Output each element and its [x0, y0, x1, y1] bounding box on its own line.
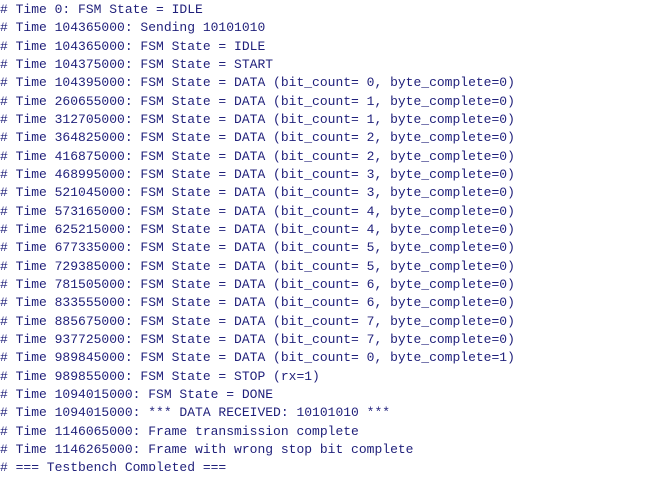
log-line: # Time 677335000: FSM State = DATA (bit_… — [0, 240, 515, 256]
log-line: # Time 989845000: FSM State = DATA (bit_… — [0, 350, 515, 366]
log-line: # Time 104395000: FSM State = DATA (bit_… — [0, 75, 515, 91]
log-line: # Time 1146265000: Frame with wrong stop… — [0, 441, 414, 457]
log-line: # Time 1094015000: *** DATA RECEIVED: 10… — [0, 405, 391, 421]
log-line: # Time 625215000: FSM State = DATA (bit_… — [0, 221, 515, 237]
log-line: # Time 573165000: FSM State = DATA (bit_… — [0, 203, 515, 219]
log-line: # Time 781505000: FSM State = DATA (bit_… — [0, 276, 515, 292]
log-line: # Time 260655000: FSM State = DATA (bit_… — [0, 93, 515, 109]
log-line: # Time 833555000: FSM State = DATA (bit_… — [0, 295, 515, 311]
log-line: # Time 937725000: FSM State = DATA (bit_… — [0, 331, 515, 347]
log-line: # Time 104365000: FSM State = IDLE — [0, 38, 266, 54]
log-line: # Time 468995000: FSM State = DATA (bit_… — [0, 166, 515, 182]
log-line: # Time 729385000: FSM State = DATA (bit_… — [0, 258, 515, 274]
simulation-console: # Time 0: FSM State = IDLE # Time 104365… — [0, 0, 653, 485]
log-line: # Time 989855000: FSM State = STOP (rx=1… — [0, 368, 320, 384]
log-line: # Time 364825000: FSM State = DATA (bit_… — [0, 130, 515, 146]
log-line: # Time 1146065000: Frame transmission co… — [0, 423, 359, 439]
log-line: # Time 521045000: FSM State = DATA (bit_… — [0, 185, 515, 201]
log-line: # Time 104365000: Sending 10101010 — [0, 20, 266, 36]
log-line: # Time 416875000: FSM State = DATA (bit_… — [0, 148, 515, 164]
log-line: # Time 885675000: FSM State = DATA (bit_… — [0, 313, 515, 329]
log-line: # === Testbench Completed === — [0, 460, 227, 472]
console-log: # Time 0: FSM State = IDLE # Time 104365… — [0, 1, 515, 471]
log-line: # Time 312705000: FSM State = DATA (bit_… — [0, 111, 515, 127]
log-line: # Time 104375000: FSM State = START — [0, 56, 274, 72]
log-line: # Time 0: FSM State = IDLE — [0, 2, 203, 17]
log-line: # Time 1094015000: FSM State = DONE — [0, 386, 274, 402]
